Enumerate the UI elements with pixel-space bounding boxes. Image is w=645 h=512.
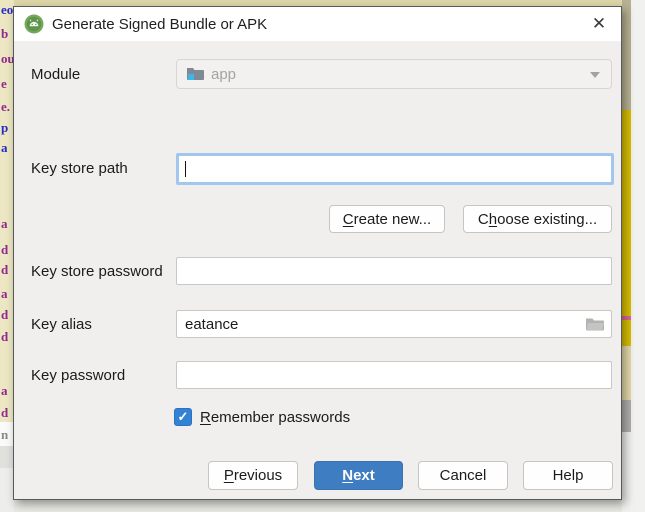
scrollbar-error-stripe bbox=[622, 0, 631, 512]
chevron-down-icon bbox=[590, 72, 600, 78]
previous-button[interactable]: Previous bbox=[208, 461, 298, 490]
module-select[interactable]: app bbox=[176, 59, 612, 89]
background-segment bbox=[622, 320, 631, 346]
code-strip: eobouee.paaddaddadn bbox=[0, 0, 14, 512]
code-fragment: d bbox=[1, 243, 8, 256]
remember-passwords-checkbox[interactable]: ✓ bbox=[174, 408, 192, 426]
folder-icon[interactable] bbox=[586, 317, 604, 331]
code-fragment: eo bbox=[1, 3, 13, 16]
keystore-path-label: Key store path bbox=[31, 153, 128, 183]
close-icon[interactable]: ✕ bbox=[585, 11, 613, 37]
code-fragment: n bbox=[1, 428, 8, 441]
keystore-password-input[interactable] bbox=[176, 257, 612, 285]
code-fragment: e bbox=[1, 77, 7, 90]
create-new-button[interactable]: Create new... bbox=[329, 205, 445, 233]
code-fragment: d bbox=[1, 263, 8, 276]
help-button[interactable]: Help bbox=[523, 461, 613, 490]
keystore-path-input[interactable] bbox=[179, 156, 611, 182]
background-segment bbox=[622, 432, 631, 512]
dialog-titlebar: Generate Signed Bundle or APK ✕ bbox=[14, 7, 621, 41]
background-segment bbox=[622, 110, 631, 316]
code-fragment: a bbox=[1, 141, 8, 154]
cancel-button[interactable]: Cancel bbox=[418, 461, 508, 490]
background-segment bbox=[622, 400, 631, 432]
background-segment bbox=[0, 468, 14, 512]
background-segment bbox=[622, 0, 631, 110]
code-fragment: e. bbox=[1, 100, 10, 113]
code-fragment: a bbox=[1, 217, 8, 230]
keystore-path-field-wrap bbox=[176, 153, 614, 185]
code-fragment: d bbox=[1, 308, 8, 321]
code-fragment: a bbox=[1, 287, 8, 300]
choose-existing-button[interactable]: Choose existing... bbox=[463, 205, 612, 233]
code-fragment: a bbox=[1, 384, 8, 397]
key-password-input[interactable] bbox=[176, 361, 612, 389]
generate-signed-bundle-dialog: Generate Signed Bundle or APK ✕ Module a… bbox=[13, 6, 622, 500]
key-alias-label: Key alias bbox=[31, 310, 92, 338]
code-fragment: p bbox=[1, 121, 8, 134]
background-right-column bbox=[622, 0, 645, 512]
code-fragment: b bbox=[1, 27, 8, 40]
dialog-title: Generate Signed Bundle or APK bbox=[52, 16, 267, 33]
code-fragment: d bbox=[1, 330, 8, 343]
module-folder-icon bbox=[187, 67, 204, 81]
background-segment bbox=[622, 346, 631, 400]
module-label: Module bbox=[31, 59, 80, 89]
module-value: app bbox=[211, 66, 236, 83]
remember-passwords-label: Remember passwords bbox=[200, 407, 350, 427]
background-segment bbox=[0, 446, 14, 468]
key-password-label: Key password bbox=[31, 361, 125, 389]
android-studio-icon bbox=[24, 14, 44, 34]
key-alias-input[interactable] bbox=[176, 310, 612, 338]
key-alias-field-wrap bbox=[176, 310, 612, 338]
keystore-password-label: Key store password bbox=[31, 257, 163, 285]
next-button[interactable]: Next bbox=[314, 461, 403, 490]
text-cursor bbox=[185, 161, 186, 177]
code-fragment: d bbox=[1, 406, 8, 419]
